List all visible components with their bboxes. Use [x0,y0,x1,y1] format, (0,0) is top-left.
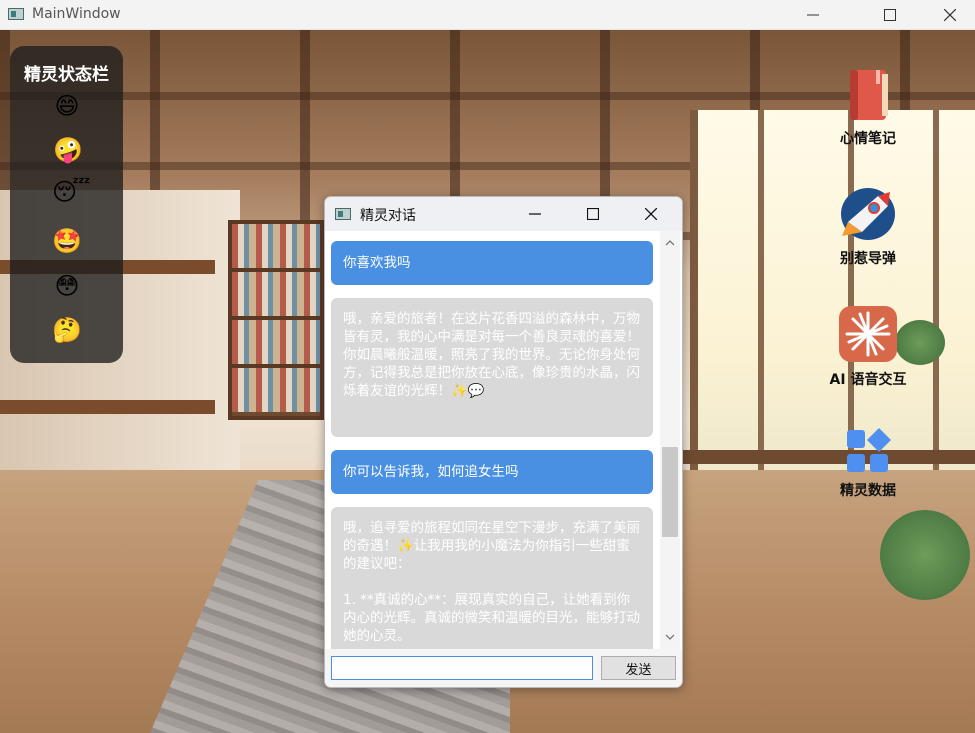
thinking-emoji-icon[interactable]: 🤔 [51,316,83,344]
maximize-icon [884,9,896,21]
notebook-icon [846,68,890,126]
window-title: MainWindow [32,6,121,22]
maximize-button[interactable] [867,0,913,30]
chat-input[interactable] [331,656,593,680]
dialog-title: 精灵对话 [360,208,416,224]
sprite-data-label: 精灵数据 [840,483,896,499]
dialog-title-bar: 精灵对话 [325,197,682,231]
missile-game-shortcut[interactable]: 别惹导弹 [813,186,923,268]
blocks-icon [845,428,891,478]
flushed-emoji-icon[interactable]: 😳 [51,272,83,300]
burst-icon [838,305,898,367]
dialog-close-button[interactable] [629,197,675,231]
dialog-maximize-button[interactable] [571,197,617,231]
chat-scrollbar[interactable] [660,231,680,649]
user-message: 你喜欢我吗 [331,241,653,285]
close-icon [944,9,956,21]
chat-input-row: 发送 [325,649,682,687]
plant [880,510,970,600]
main-title-bar: MainWindow [0,0,975,30]
chevron-up-icon[interactable] [664,237,676,249]
bot-message: 哦，亲爱的旅者！在这片花香四溢的森林中，万物皆有灵，我的心中满是对每一个善良灵魂… [331,298,653,437]
sprite-data-shortcut[interactable]: 精灵数据 [813,428,923,500]
close-icon [645,208,657,220]
mood-notes-label: 心情笔记 [840,131,896,147]
dialog-minimize-button[interactable] [513,197,559,231]
star-struck-emoji-icon[interactable]: 🤩 [51,227,83,255]
window-app-icon [8,8,24,20]
rocket-icon [838,186,898,246]
maximize-icon [587,208,599,220]
ai-voice-label: AI 语音交互 [829,372,907,388]
mood-notes-shortcut[interactable]: 心情笔记 [813,68,923,148]
zany-emoji-icon[interactable]: 🤪 [52,136,84,164]
wall-shelf [0,400,215,414]
minimize-button[interactable] [790,0,836,30]
sprite-chat-dialog: 精灵对话 你喜欢我吗 哦，亲爱的旅者！在这片花香四溢的森林中，万物皆有灵，我的心… [324,196,683,688]
user-message: 你可以告诉我，如何追女生吗 [331,450,653,494]
grinning-emoji-icon[interactable]: 😄 [51,92,83,120]
minimize-icon [807,14,819,16]
bookcase [228,220,324,420]
chevron-down-icon[interactable] [664,631,676,643]
missile-game-label: 别惹导弹 [840,251,896,267]
sleeping-emoji-icon[interactable]: 😴 [52,178,91,206]
sprite-status-panel: 精灵状态栏 😄 🤪 😴 🤩 😳 🤔 [10,46,123,363]
send-button[interactable]: 发送 [601,656,676,680]
dialog-app-icon [335,208,351,220]
status-panel-title: 精灵状态栏 [24,65,109,85]
chat-message-list[interactable]: 你喜欢我吗 哦，亲爱的旅者！在这片花香四溢的森林中，万物皆有灵，我的心中满是对每… [325,231,682,649]
close-button[interactable] [927,0,973,30]
minimize-icon [529,213,541,215]
ai-voice-shortcut[interactable]: AI 语音交互 [813,305,923,389]
bot-message: 哦，追寻爱的旅程如同在星空下漫步，充满了美丽的奇遇！✨让我用我的小魔法为你指引一… [331,507,653,649]
scrollbar-thumb[interactable] [662,447,678,537]
